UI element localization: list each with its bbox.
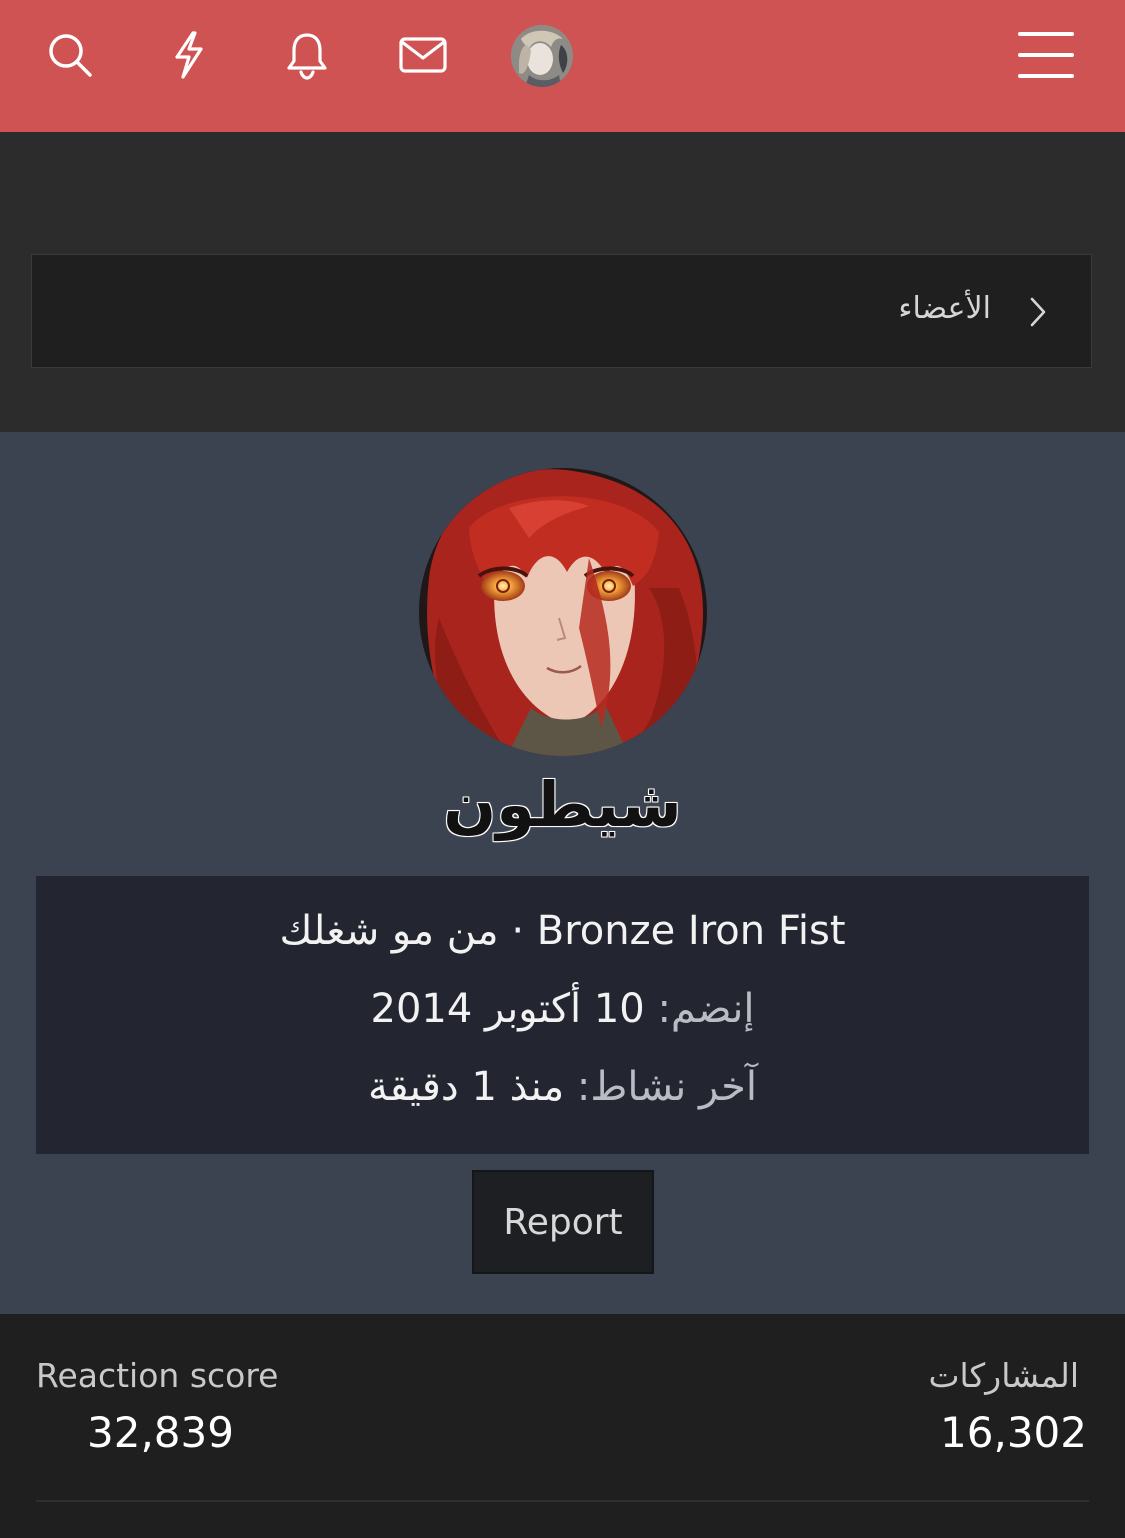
bell-icon[interactable]	[278, 26, 336, 84]
posts-count-value[interactable]: 16,302	[940, 1408, 1087, 1457]
joined-value: 10 أكتوبر 2014	[370, 986, 645, 1032]
breadcrumb-members-link[interactable]: الأعضاء	[898, 291, 991, 326]
profile-avatar[interactable]	[419, 468, 707, 756]
profile-username: شيطون	[443, 768, 682, 841]
user-title-line: من مو شغلك · Bronze Iron Fist	[36, 908, 1089, 954]
reaction-score-label: Reaction score	[36, 1356, 279, 1395]
hamburger-menu-icon[interactable]	[1016, 30, 1076, 82]
user-avatar-button[interactable]	[511, 25, 573, 87]
avatar-image	[511, 25, 573, 87]
joined-line: إنضم: 10 أكتوبر 2014	[36, 986, 1089, 1032]
user-title-suffix: من مو شغلك	[279, 908, 499, 954]
joined-label: إنضم:	[657, 986, 755, 1032]
profile-info-box: من مو شغلك · Bronze Iron Fist إنضم: 10 أ…	[36, 876, 1089, 1154]
mail-icon[interactable]	[394, 26, 452, 84]
report-button[interactable]: Report	[472, 1170, 654, 1274]
stats-divider	[36, 1500, 1089, 1502]
last-seen-label: آخر نشاط:	[576, 1064, 757, 1110]
last-seen-line: آخر نشاط: منذ 1 دقيقة	[36, 1064, 1089, 1110]
chevron-right-icon	[1030, 297, 1046, 327]
top-navigation-bar	[0, 0, 1125, 132]
posts-label: المشاركات	[928, 1356, 1079, 1395]
last-seen-value[interactable]: منذ 1 دقيقة	[368, 1064, 564, 1110]
profile-header: شيطون من مو شغلك · Bronze Iron Fist إنضم…	[0, 432, 1125, 1314]
lightning-icon[interactable]	[160, 26, 218, 84]
profile-stats: Reaction score 32,839 المشاركات 16,302	[0, 1314, 1125, 1538]
user-title-prefix: Bronze Iron Fist	[536, 908, 846, 954]
search-icon[interactable]	[41, 26, 99, 84]
user-title-separator: ·	[511, 908, 525, 954]
reaction-score-value[interactable]: 32,839	[87, 1408, 234, 1457]
breadcrumb-area: الأعضاء	[0, 132, 1125, 432]
avatar-image	[419, 468, 707, 756]
breadcrumb: الأعضاء	[31, 254, 1092, 368]
